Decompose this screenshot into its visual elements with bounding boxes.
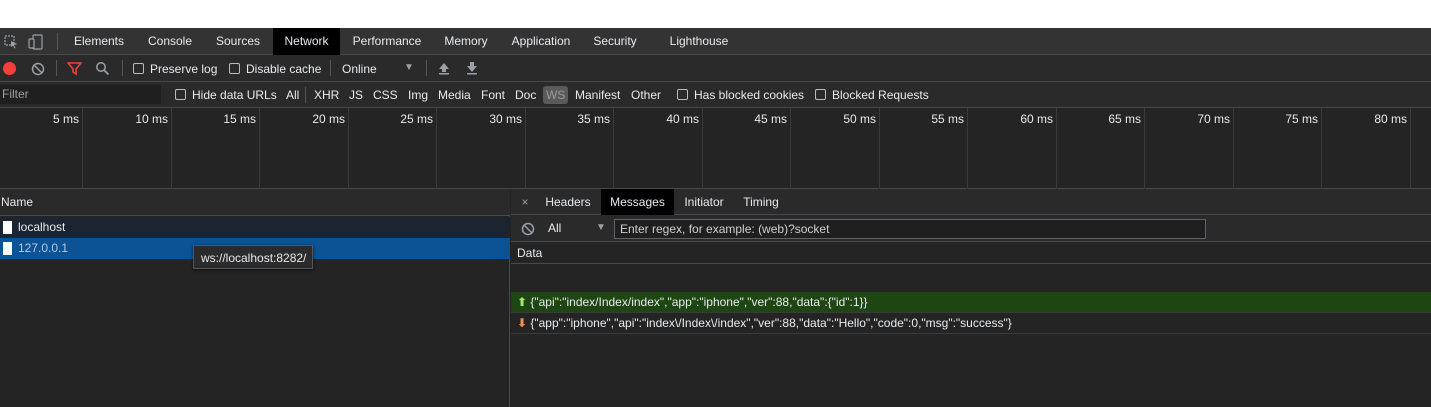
message-text: {"api":"index/Index/index","app":"iphone…: [530, 295, 868, 309]
hide-data-urls-checkbox[interactable]: [175, 89, 186, 100]
toolbar-divider: [122, 60, 123, 76]
network-toolbar: Preserve log Disable cache Online ▼: [0, 55, 1431, 82]
timeline-tick: 30 ms: [437, 108, 526, 189]
timeline-tick: 65 ms: [1057, 108, 1145, 189]
timeline-tick: 50 ms: [791, 108, 880, 189]
request-list: Name localhost 127.0.0.1 ws://localhost:…: [0, 189, 510, 407]
timeline-tick: 60 ms: [968, 108, 1057, 189]
tab-messages[interactable]: Messages: [601, 189, 674, 215]
arrow-up-icon: ⬆: [517, 295, 528, 309]
inspect-element-icon[interactable]: [3, 34, 19, 50]
type-filter-css[interactable]: CSS: [371, 86, 400, 104]
timeline-tick: 70 ms: [1145, 108, 1234, 189]
timeline-tick: 5 ms: [0, 108, 83, 189]
tabbar-divider: [57, 33, 58, 50]
import-har-icon[interactable]: [437, 61, 451, 78]
tab-performance[interactable]: Performance: [345, 28, 429, 55]
timeline-tick: 80 ms: [1322, 108, 1411, 189]
has-blocked-cookies-checkbox[interactable]: [677, 89, 688, 100]
data-column-header[interactable]: Data: [511, 242, 1431, 264]
message-row-sent[interactable]: ⬆ {"api":"index/Index/index","app":"ipho…: [511, 292, 1431, 313]
tab-memory[interactable]: Memory: [436, 28, 496, 55]
type-filter-xhr[interactable]: XHR: [312, 86, 341, 104]
type-filter-media[interactable]: Media: [436, 86, 473, 104]
tab-sources[interactable]: Sources: [207, 28, 269, 55]
clear-icon[interactable]: [31, 62, 45, 79]
tab-security[interactable]: Security: [585, 28, 645, 55]
timeline-tick: 20 ms: [260, 108, 349, 189]
type-filter-js[interactable]: JS: [347, 86, 365, 104]
preserve-log-label: Preserve log: [150, 62, 218, 76]
record-icon[interactable]: [3, 62, 16, 75]
timeline-tick: 10 ms: [83, 108, 172, 189]
hide-data-urls-label: Hide data URLs: [192, 88, 277, 102]
preserve-log-checkbox[interactable]: [133, 63, 144, 74]
devtools-tabbar: Elements Console Sources Network Perform…: [0, 28, 1431, 55]
clear-messages-icon[interactable]: [521, 222, 535, 239]
tab-lighthouse[interactable]: Lighthouse: [660, 28, 738, 55]
timeline-tick: 40 ms: [614, 108, 703, 189]
document-icon: [3, 221, 12, 234]
message-row-received[interactable]: ⬇ {"app":"iphone","api":"index\/Index\/i…: [511, 313, 1431, 334]
type-filter-other[interactable]: Other: [629, 86, 663, 104]
filter-icon[interactable]: [66, 61, 83, 79]
request-name: 127.0.0.1: [18, 241, 69, 255]
timeline-tick: 75 ms: [1234, 108, 1322, 189]
request-details: × Headers Messages Initiator Timing All …: [511, 189, 1431, 407]
toolbar-divider: [305, 87, 306, 103]
toolbar-divider: [330, 60, 331, 76]
filter-input[interactable]: Filter: [0, 85, 161, 104]
timeline-tick: 15 ms: [172, 108, 260, 189]
toolbar-divider: [56, 60, 57, 76]
toolbar-divider: [426, 60, 427, 76]
type-filter-font[interactable]: Font: [479, 86, 507, 104]
type-filter-ws[interactable]: WS: [543, 86, 569, 104]
filter-bar: Filter Hide data URLs All XHR JS CSS Img…: [0, 82, 1431, 108]
timeline-overview[interactable]: 5 ms 10 ms 15 ms 20 ms 25 ms 30 ms 35 ms…: [0, 108, 1431, 189]
type-filter-img[interactable]: Img: [406, 86, 430, 104]
tab-headers[interactable]: Headers: [539, 189, 597, 215]
device-toolbar-icon[interactable]: [28, 34, 44, 50]
tab-network[interactable]: Network: [273, 28, 340, 55]
chevron-down-icon: ▼: [596, 222, 606, 233]
document-icon: [3, 242, 12, 255]
type-filter-doc[interactable]: Doc: [513, 86, 538, 104]
request-row[interactable]: localhost: [0, 217, 510, 238]
request-name: localhost: [18, 220, 66, 234]
tab-timing[interactable]: Timing: [739, 189, 783, 215]
export-har-icon[interactable]: [465, 61, 479, 78]
type-filter-manifest[interactable]: Manifest: [573, 86, 622, 104]
message-text: {"app":"iphone","api":"index\/Index\/ind…: [530, 316, 1012, 330]
timeline-tick: 25 ms: [349, 108, 437, 189]
type-filter-all[interactable]: All: [284, 86, 301, 104]
arrow-down-icon: ⬇: [517, 316, 528, 330]
tab-console[interactable]: Console: [139, 28, 201, 55]
throttling-select[interactable]: Online ▼: [338, 59, 418, 78]
name-column-header[interactable]: Name: [0, 189, 510, 216]
devtools-panel: Elements Console Sources Network Perform…: [0, 28, 1431, 407]
blocked-requests-checkbox[interactable]: [815, 89, 826, 100]
message-type-value: All: [548, 221, 562, 235]
has-blocked-cookies-label: Has blocked cookies: [694, 88, 805, 102]
chevron-down-icon: ▼: [404, 62, 414, 73]
throttling-value: Online: [342, 62, 377, 76]
timeline-tick: 45 ms: [703, 108, 791, 189]
disable-cache-label: Disable cache: [246, 62, 322, 76]
messages-toolbar: All ▼ Enter regex, for example: (web)?so…: [511, 215, 1431, 242]
search-icon[interactable]: [95, 61, 110, 79]
tab-elements[interactable]: Elements: [65, 28, 133, 55]
timeline-tick: 55 ms: [880, 108, 968, 189]
disable-cache-checkbox[interactable]: [229, 63, 240, 74]
regex-filter-input[interactable]: Enter regex, for example: (web)?socket: [614, 219, 1206, 239]
timeline-tick: 35 ms: [526, 108, 614, 189]
tab-initiator[interactable]: Initiator: [679, 189, 729, 215]
close-icon[interactable]: ×: [519, 189, 531, 215]
blocked-requests-label: Blocked Requests: [832, 88, 929, 102]
url-tooltip: ws://localhost:8282/: [193, 245, 313, 269]
message-type-select[interactable]: All ▼: [545, 219, 607, 238]
detail-tabbar: × Headers Messages Initiator Timing: [511, 189, 1431, 215]
tab-application[interactable]: Application: [503, 28, 579, 55]
